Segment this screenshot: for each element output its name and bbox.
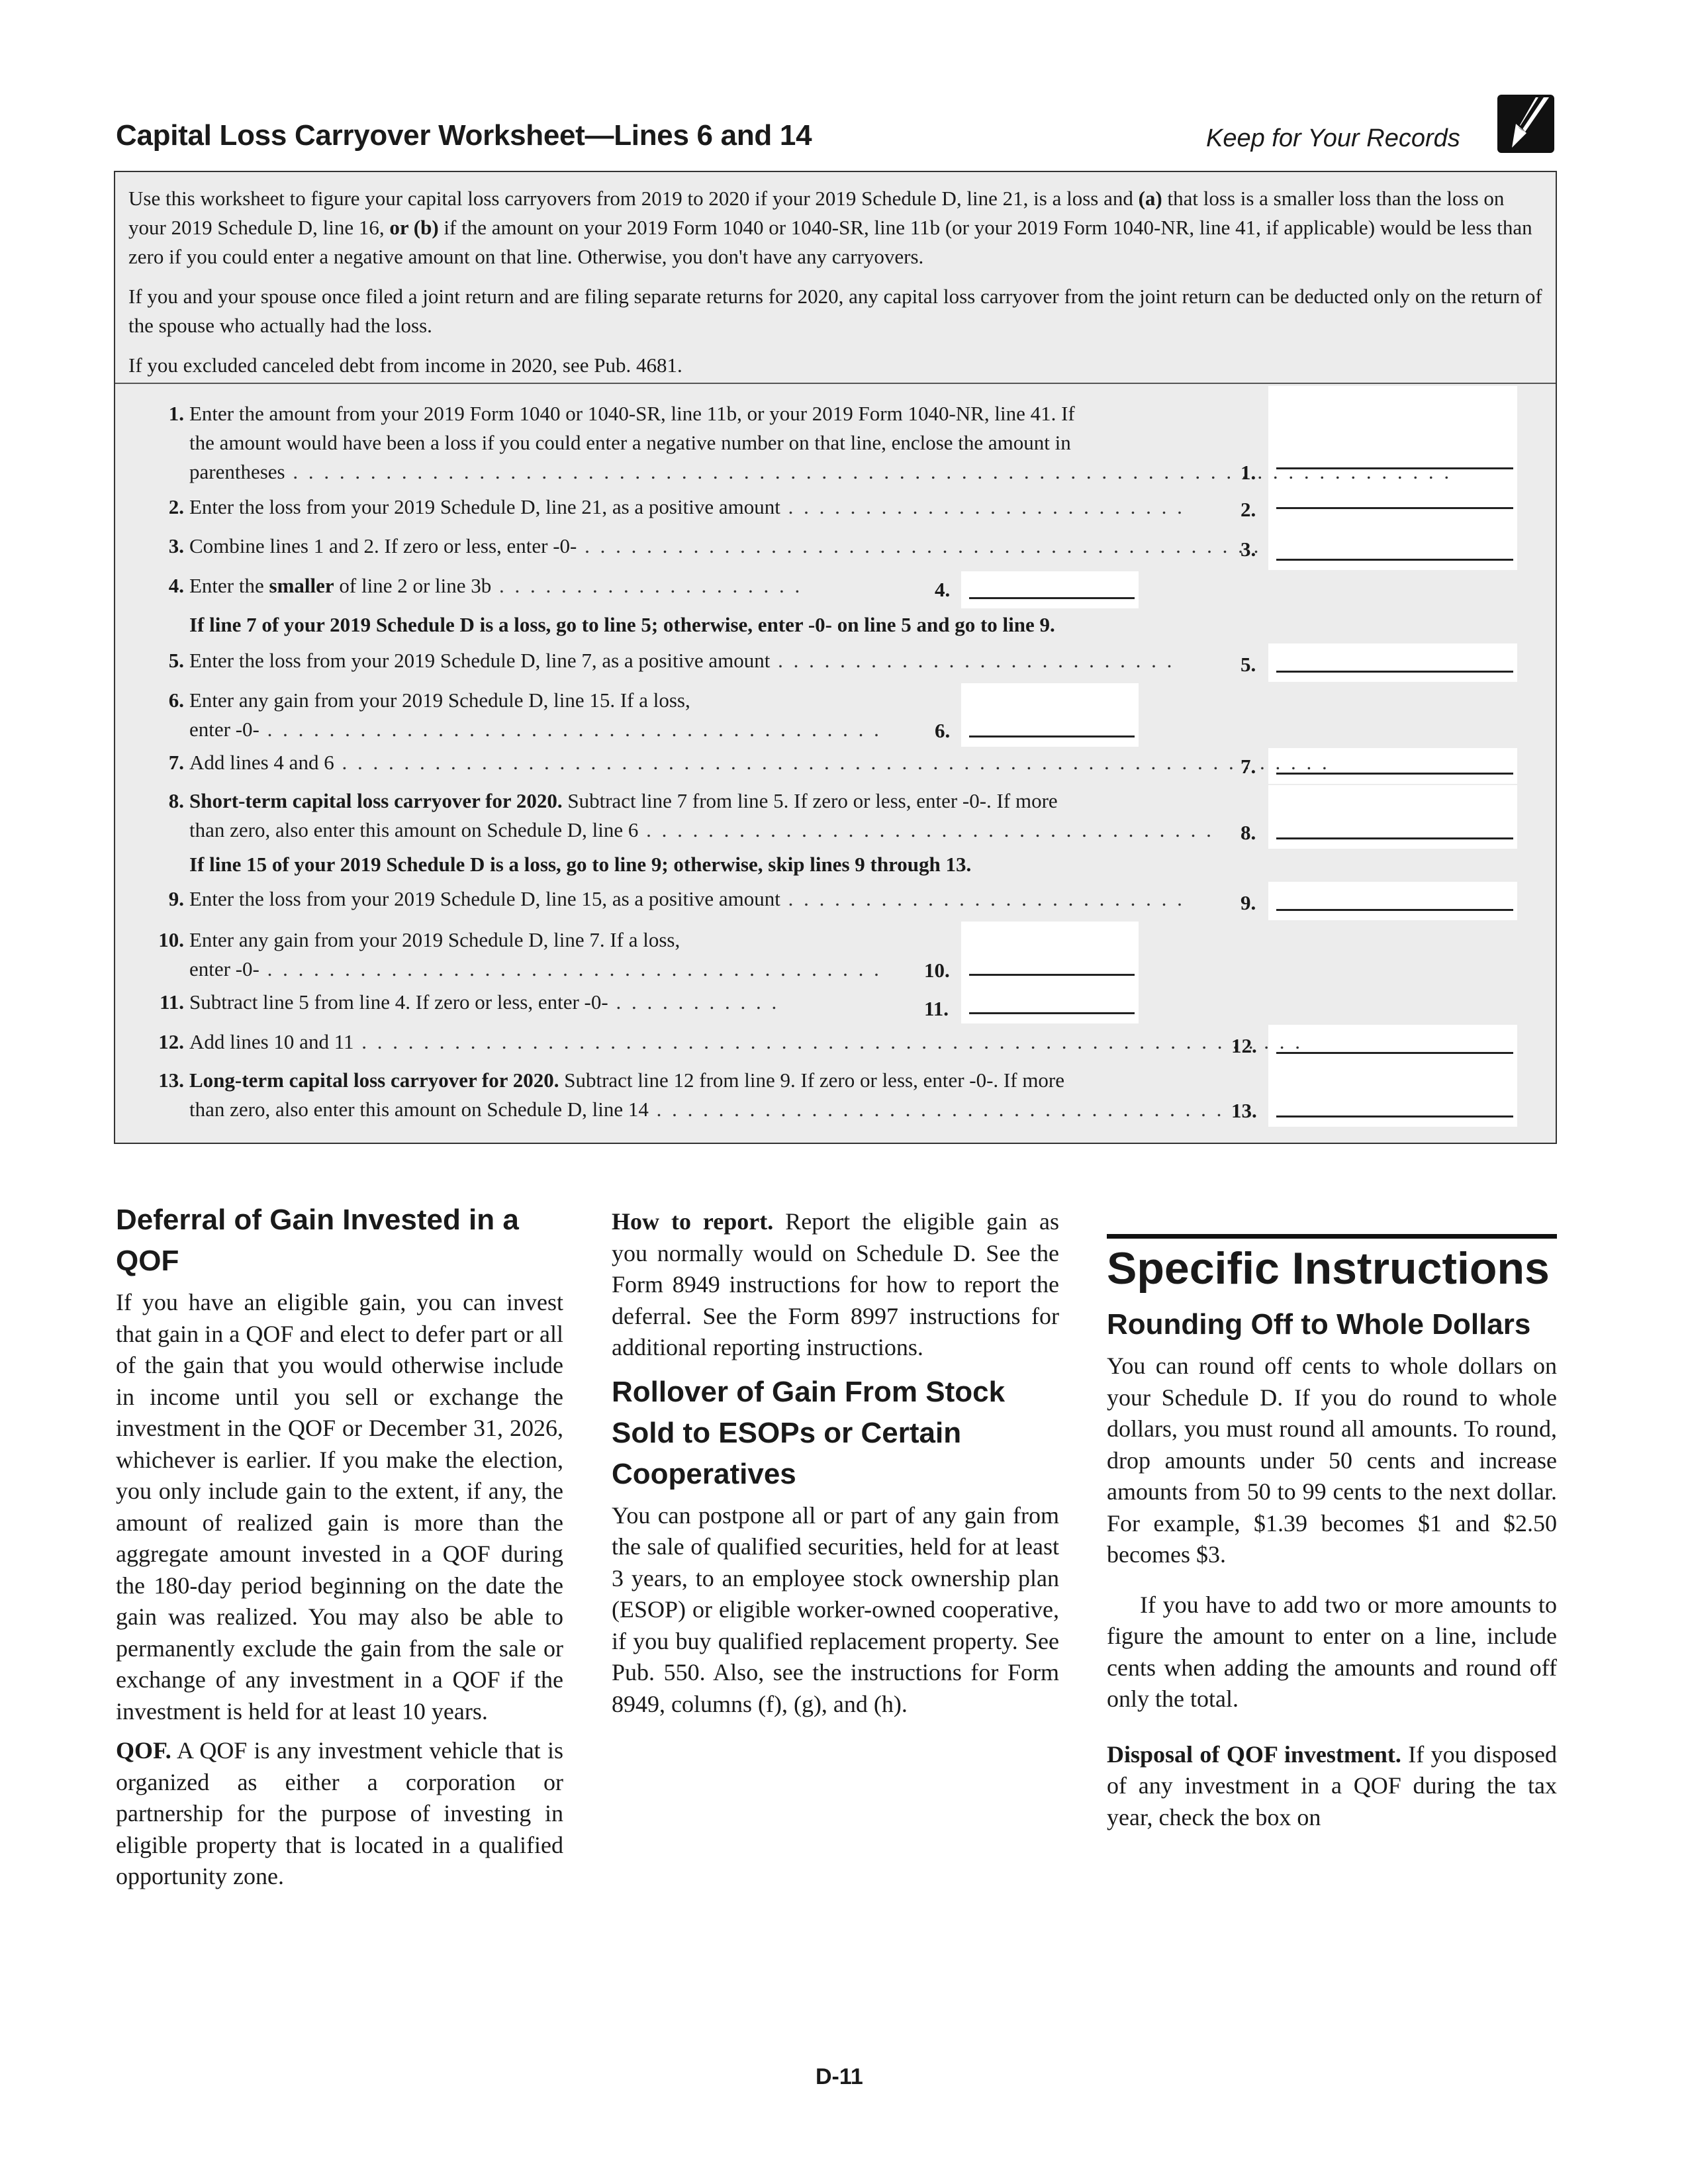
- line-3-input[interactable]: [1268, 518, 1517, 570]
- intro-paragraph: If you excluded canceled debt from incom…: [128, 354, 682, 377]
- column-3: Specific Instructions Rounding Off to Wh…: [1107, 1245, 1557, 1841]
- line-13-input[interactable]: [1268, 1063, 1517, 1127]
- line-ref-8: 8.: [1241, 821, 1256, 844]
- condition-note-a: If line 7 of your 2019 Schedule D is a l…: [189, 613, 1055, 636]
- paragraph-how-to-report: How to report. Report the eligible gain …: [612, 1208, 1059, 1360]
- line-4-input[interactable]: [961, 571, 1139, 608]
- keep-for-records-label: Keep for Your Records: [1206, 124, 1460, 152]
- intro-paragraph: Use this worksheet to figure your capita…: [128, 187, 1532, 268]
- section-divider: [1107, 1234, 1557, 1239]
- heading-rollover-esop: Rollover of Gain From Stock Sold to ESOP…: [612, 1375, 1006, 1490]
- column-1: Deferral of Gain Invested in a QOF If yo…: [116, 1200, 563, 1901]
- pencil-icon: [1497, 95, 1554, 153]
- intro-paragraph: If you and your spouse once filed a join…: [128, 285, 1542, 337]
- section-title-specific-instructions: Specific Instructions: [1107, 1243, 1550, 1294]
- page-number: D-11: [816, 2064, 863, 2089]
- line-9-input[interactable]: [1268, 882, 1517, 920]
- line-ref-3: 3.: [1241, 538, 1256, 561]
- line-11-input[interactable]: [961, 985, 1139, 1023]
- line-ref-11: 11.: [924, 997, 949, 1020]
- paragraph-rounding: You can round off cents to whole dollars…: [1107, 1353, 1557, 1568]
- line-ref-1: 1.: [1241, 461, 1256, 484]
- line-5-input[interactable]: [1268, 643, 1517, 682]
- line-ref-5: 5.: [1241, 653, 1256, 676]
- line-ref-6: 6.: [935, 719, 951, 742]
- heading-deferral-qof: Deferral of Gain Invested in a QOF: [116, 1204, 519, 1277]
- line-ref-10: 10.: [924, 959, 950, 982]
- worksheet-title: Capital Loss Carryover Worksheet—Lines 6…: [116, 119, 812, 152]
- heading-rounding: Rounding Off to Whole Dollars: [1107, 1308, 1531, 1341]
- condition-note-b: If line 15 of your 2019 Schedule D is a …: [189, 853, 972, 876]
- paragraph-rollover: You can postpone all or part of any gain…: [612, 1501, 1059, 1717]
- line-10-input[interactable]: [961, 922, 1139, 985]
- line-ref-9: 9.: [1241, 891, 1256, 914]
- line-ref-2: 2.: [1241, 498, 1256, 521]
- line-8-input[interactable]: [1268, 785, 1517, 849]
- line-ref-7: 7.: [1241, 755, 1256, 778]
- column-2: How to report. Report the eligible gain …: [612, 1206, 1059, 1728]
- paragraph-qof-deferral: If you have an eligible gain, you can in…: [116, 1289, 563, 1725]
- line-ref-13: 13.: [1231, 1099, 1257, 1122]
- paragraph-qof-definition: QOF. A QOF is any investment vehicle tha…: [116, 1737, 563, 1889]
- line-ref-4: 4.: [935, 578, 951, 601]
- worksheet-intro: Use this worksheet to figure your capita…: [115, 172, 1556, 384]
- paragraph-add-amounts: If you have to add two or more amounts t…: [1107, 1591, 1557, 1713]
- worksheet-box: Use this worksheet to figure your capita…: [114, 171, 1557, 1144]
- line-ref-12: 12.: [1231, 1034, 1257, 1057]
- paragraph-disposal-qof: Disposal of QOF investment. If you dispo…: [1107, 1740, 1557, 1830]
- line-12-input[interactable]: [1268, 1025, 1517, 1063]
- line-6-input[interactable]: [961, 683, 1139, 747]
